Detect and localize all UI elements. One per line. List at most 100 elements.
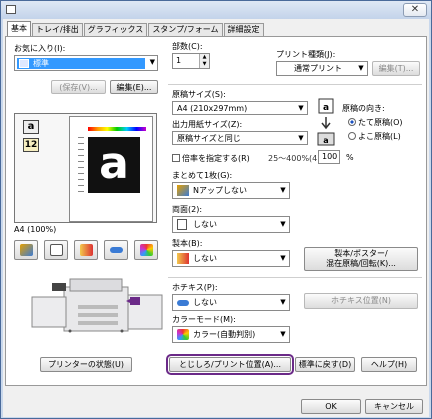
color-bar (88, 127, 146, 131)
staple-icon (177, 300, 189, 306)
separator (168, 84, 422, 85)
text-lines (78, 137, 84, 197)
printer-app-icon (6, 5, 16, 14)
color-shortcut-button[interactable] (134, 240, 158, 260)
duplex-combo[interactable]: しない ▼ (172, 216, 290, 233)
favorites-combo[interactable]: 標準 ▼ (14, 55, 158, 71)
staple-shortcut-button[interactable] (104, 240, 128, 260)
color-mode-label: カラーモード(M): (172, 315, 236, 324)
orientation-landscape-radio[interactable]: よこ原稿(L) (348, 131, 401, 142)
copies-spinner[interactable]: 1 ▲ ▼ (172, 53, 210, 69)
original-size-label: 原稿サイズ(S): (172, 90, 226, 99)
print-type-combo[interactable]: 通常プリント ▼ (276, 61, 368, 76)
output-size-combo[interactable]: 原稿サイズと同じ ▼ (172, 131, 308, 145)
spinner-arrows-icon[interactable]: ▲ ▼ (199, 54, 209, 68)
radio-selected (348, 118, 356, 126)
save-favorite-button[interactable]: (保存(V)... (51, 80, 106, 94)
booklet-poster-button[interactable]: 製本/ポスター/ 混在原稿/回転(K)... (304, 247, 418, 271)
booklet-shortcut-button[interactable] (74, 240, 98, 260)
size-conversion-icon: a a (317, 98, 335, 146)
color-mode-value: カラー(自動判別) (193, 330, 256, 339)
tab-tray-output[interactable]: トレイ/排出 (32, 23, 83, 36)
staple-combo[interactable]: しない ▼ (172, 294, 290, 311)
print-type-setup-button[interactable]: 編集(T)... (372, 61, 420, 76)
scale-checkbox[interactable]: 倍率を指定する(R) (172, 153, 250, 164)
edit-favorite-button[interactable]: 編集(E)... (110, 80, 158, 94)
booklet-combo[interactable]: しない ▼ (172, 250, 290, 267)
chevron-down-icon: ▼ (355, 62, 367, 75)
print-type-label: プリント種類(J): (276, 50, 336, 59)
scale-range-label: 25～400%(4): (268, 154, 324, 163)
cancel-button[interactable]: キャンセル (365, 399, 423, 414)
basic-tab-content: お気に入り(I): 標準 ▼ (保存(V)... 編集(E)... a 12 a (5, 36, 427, 386)
nup-shortcut-button[interactable] (14, 240, 38, 260)
chevron-down-icon: ▼ (295, 102, 307, 114)
margin-position-button[interactable]: とじしろ/プリント位置(A)... (166, 354, 294, 375)
landscape-label: よこ原稿(L) (358, 132, 401, 141)
help-button[interactable]: ヘルプ(H) (361, 357, 417, 372)
output-size-label: 出力用紙サイズ(Z): (172, 120, 243, 129)
preview-paper: a (69, 116, 153, 222)
scale-input[interactable]: 100 (318, 150, 340, 164)
print-preview: a 12 a (14, 113, 157, 223)
preview-caption: A4 (100%) (14, 225, 57, 234)
scale-checkbox-label: 倍率を指定する(R) (182, 154, 250, 163)
duplex-label: 両面(2): (172, 205, 203, 214)
tab-graphics[interactable]: グラフィックス (83, 23, 148, 36)
printer-illustration (31, 278, 163, 333)
radio-unselected (348, 132, 356, 140)
booklet-icon (80, 244, 93, 256)
portrait-label: たて原稿(O) (358, 118, 403, 127)
sample-letter-glyph: a (88, 137, 140, 193)
tab-advanced[interactable]: 詳細設定 (223, 23, 264, 36)
copies-preview-icon: 12 (23, 138, 39, 152)
staple-value: しない (193, 298, 217, 307)
color-icon (140, 244, 153, 256)
ok-button[interactable]: OK (301, 399, 361, 414)
chevron-down-icon: ▼ (277, 251, 289, 266)
original-size-value: A4 (210x297mm) (177, 104, 248, 113)
printer-status-button[interactable]: プリンターの状態(U) (40, 357, 132, 372)
original-size-combo[interactable]: A4 (210x297mm) ▼ (172, 101, 308, 115)
document-icon (19, 59, 29, 68)
favorites-selected-label: 標準 (33, 59, 49, 68)
nup-combo[interactable]: Nアップしない ▼ (172, 182, 290, 199)
dialog-panel: 基本 トレイ/排出 グラフィックス スタンプ/フォーム 詳細設定 お気に入り(I… (3, 19, 429, 417)
booklet-value: しない (193, 254, 217, 263)
close-button[interactable]: ✕ (403, 3, 427, 17)
chevron-down-icon: ▼ (277, 295, 289, 310)
orientation-portrait-radio[interactable]: たて原稿(O) (348, 117, 403, 128)
color-icon (177, 329, 189, 340)
duplex-shortcut-button[interactable] (44, 240, 68, 260)
booklet-label: 製本(B): (172, 239, 203, 248)
nup-value: Nアップしない (193, 186, 247, 195)
checkbox-box (172, 154, 180, 162)
print-type-value: 通常プリント (294, 64, 342, 73)
chevron-down-icon: ▼ (277, 183, 289, 198)
svg-text:a: a (323, 103, 329, 113)
orientation-label: 原稿の向き: (342, 104, 385, 113)
nup-icon (177, 185, 189, 196)
staple-icon (110, 247, 123, 253)
chevron-down-icon: ▼ (295, 132, 307, 144)
tab-stamp-form[interactable]: スタンプ/フォーム (148, 23, 223, 36)
color-mode-combo[interactable]: カラー(自動判別) ▼ (172, 326, 290, 343)
svg-text:a: a (323, 136, 328, 145)
tab-basic[interactable]: 基本 (7, 21, 31, 36)
favorites-label: お気に入り(I): (14, 44, 66, 53)
tab-strip: 基本 トレイ/排出 グラフィックス スタンプ/フォーム 詳細設定 (7, 21, 265, 37)
restore-default-button[interactable]: 標準に戻す(D) (295, 357, 355, 372)
nup-icon (20, 244, 33, 256)
staple-label: ホチキス(P): (172, 283, 218, 292)
copies-label: 部数(C): (172, 42, 203, 51)
title-bar: ✕ (1, 1, 431, 19)
favorites-selected: 標準 (17, 58, 145, 69)
duplex-value: しない (193, 220, 217, 229)
staple-position-button[interactable]: ホチキス位置(N) (304, 293, 418, 309)
copies-value: 1 (176, 56, 182, 65)
orientation-preview-icon: a (23, 120, 39, 134)
duplex-icon (177, 219, 187, 230)
chevron-down-icon: ▼ (149, 58, 155, 66)
nup-label: まとめて1枚(G): (172, 171, 233, 180)
print-properties-window: ✕ 基本 トレイ/排出 グラフィックス スタンプ/フォーム 詳細設定 お気に入り… (0, 0, 432, 419)
